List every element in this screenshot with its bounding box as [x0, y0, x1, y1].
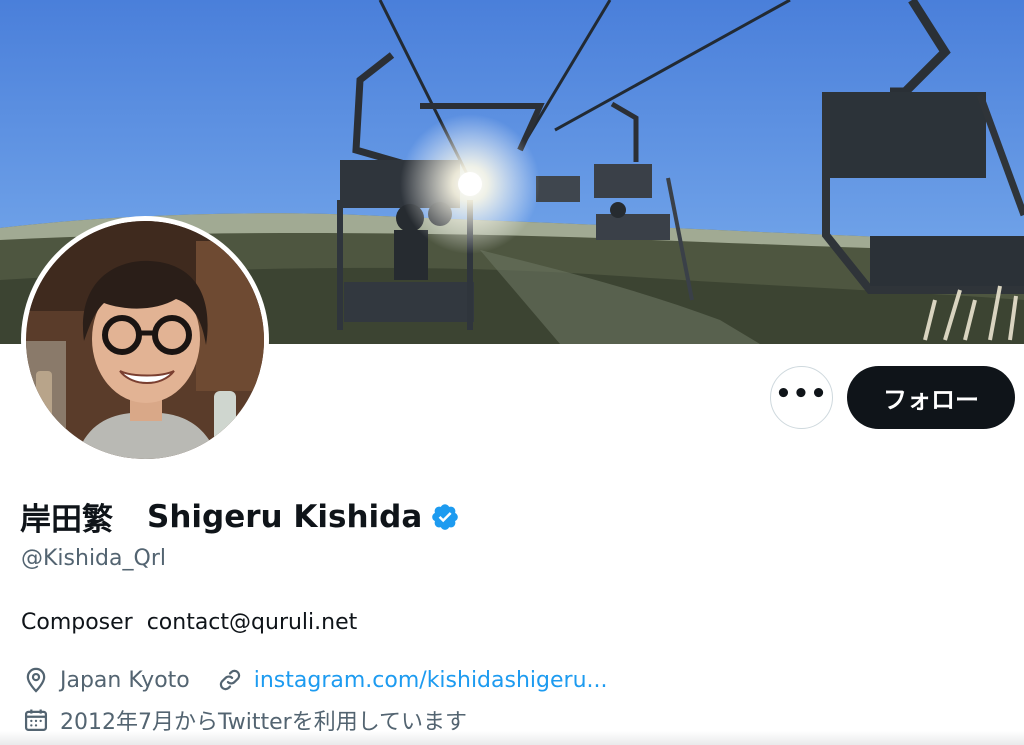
- profile-location: Japan Kyoto: [60, 667, 190, 693]
- link-chain-icon: [216, 666, 244, 694]
- verified-badge-icon[interactable]: [430, 502, 460, 532]
- profile-bio: Composer contact@quruli.net: [21, 610, 358, 635]
- user-handle: @Kishida_Qrl: [21, 546, 166, 571]
- follow-button[interactable]: フォロー: [847, 366, 1015, 429]
- display-name: 岸田繁 Shigeru Kishida: [20, 494, 460, 539]
- profile-meta-location-website: Japan Kyoto instagram.com/kishidashigeru…: [22, 666, 608, 694]
- calendar-icon: [22, 706, 50, 734]
- profile-page: ••• フォロー 岸田繁 Shigeru Kishida @Kishida_Qr…: [0, 0, 1024, 745]
- bottom-edge-fade: [0, 731, 1024, 745]
- location-pin-icon: [22, 666, 50, 694]
- profile-avatar[interactable]: [21, 216, 269, 464]
- display-name-english: Shigeru Kishida: [147, 498, 423, 535]
- profile-website-link[interactable]: instagram.com/kishidashigeru...: [254, 668, 608, 693]
- more-dots-icon: •••: [775, 378, 828, 409]
- more-options-button[interactable]: •••: [770, 366, 833, 429]
- display-name-japanese: 岸田繁: [20, 502, 113, 538]
